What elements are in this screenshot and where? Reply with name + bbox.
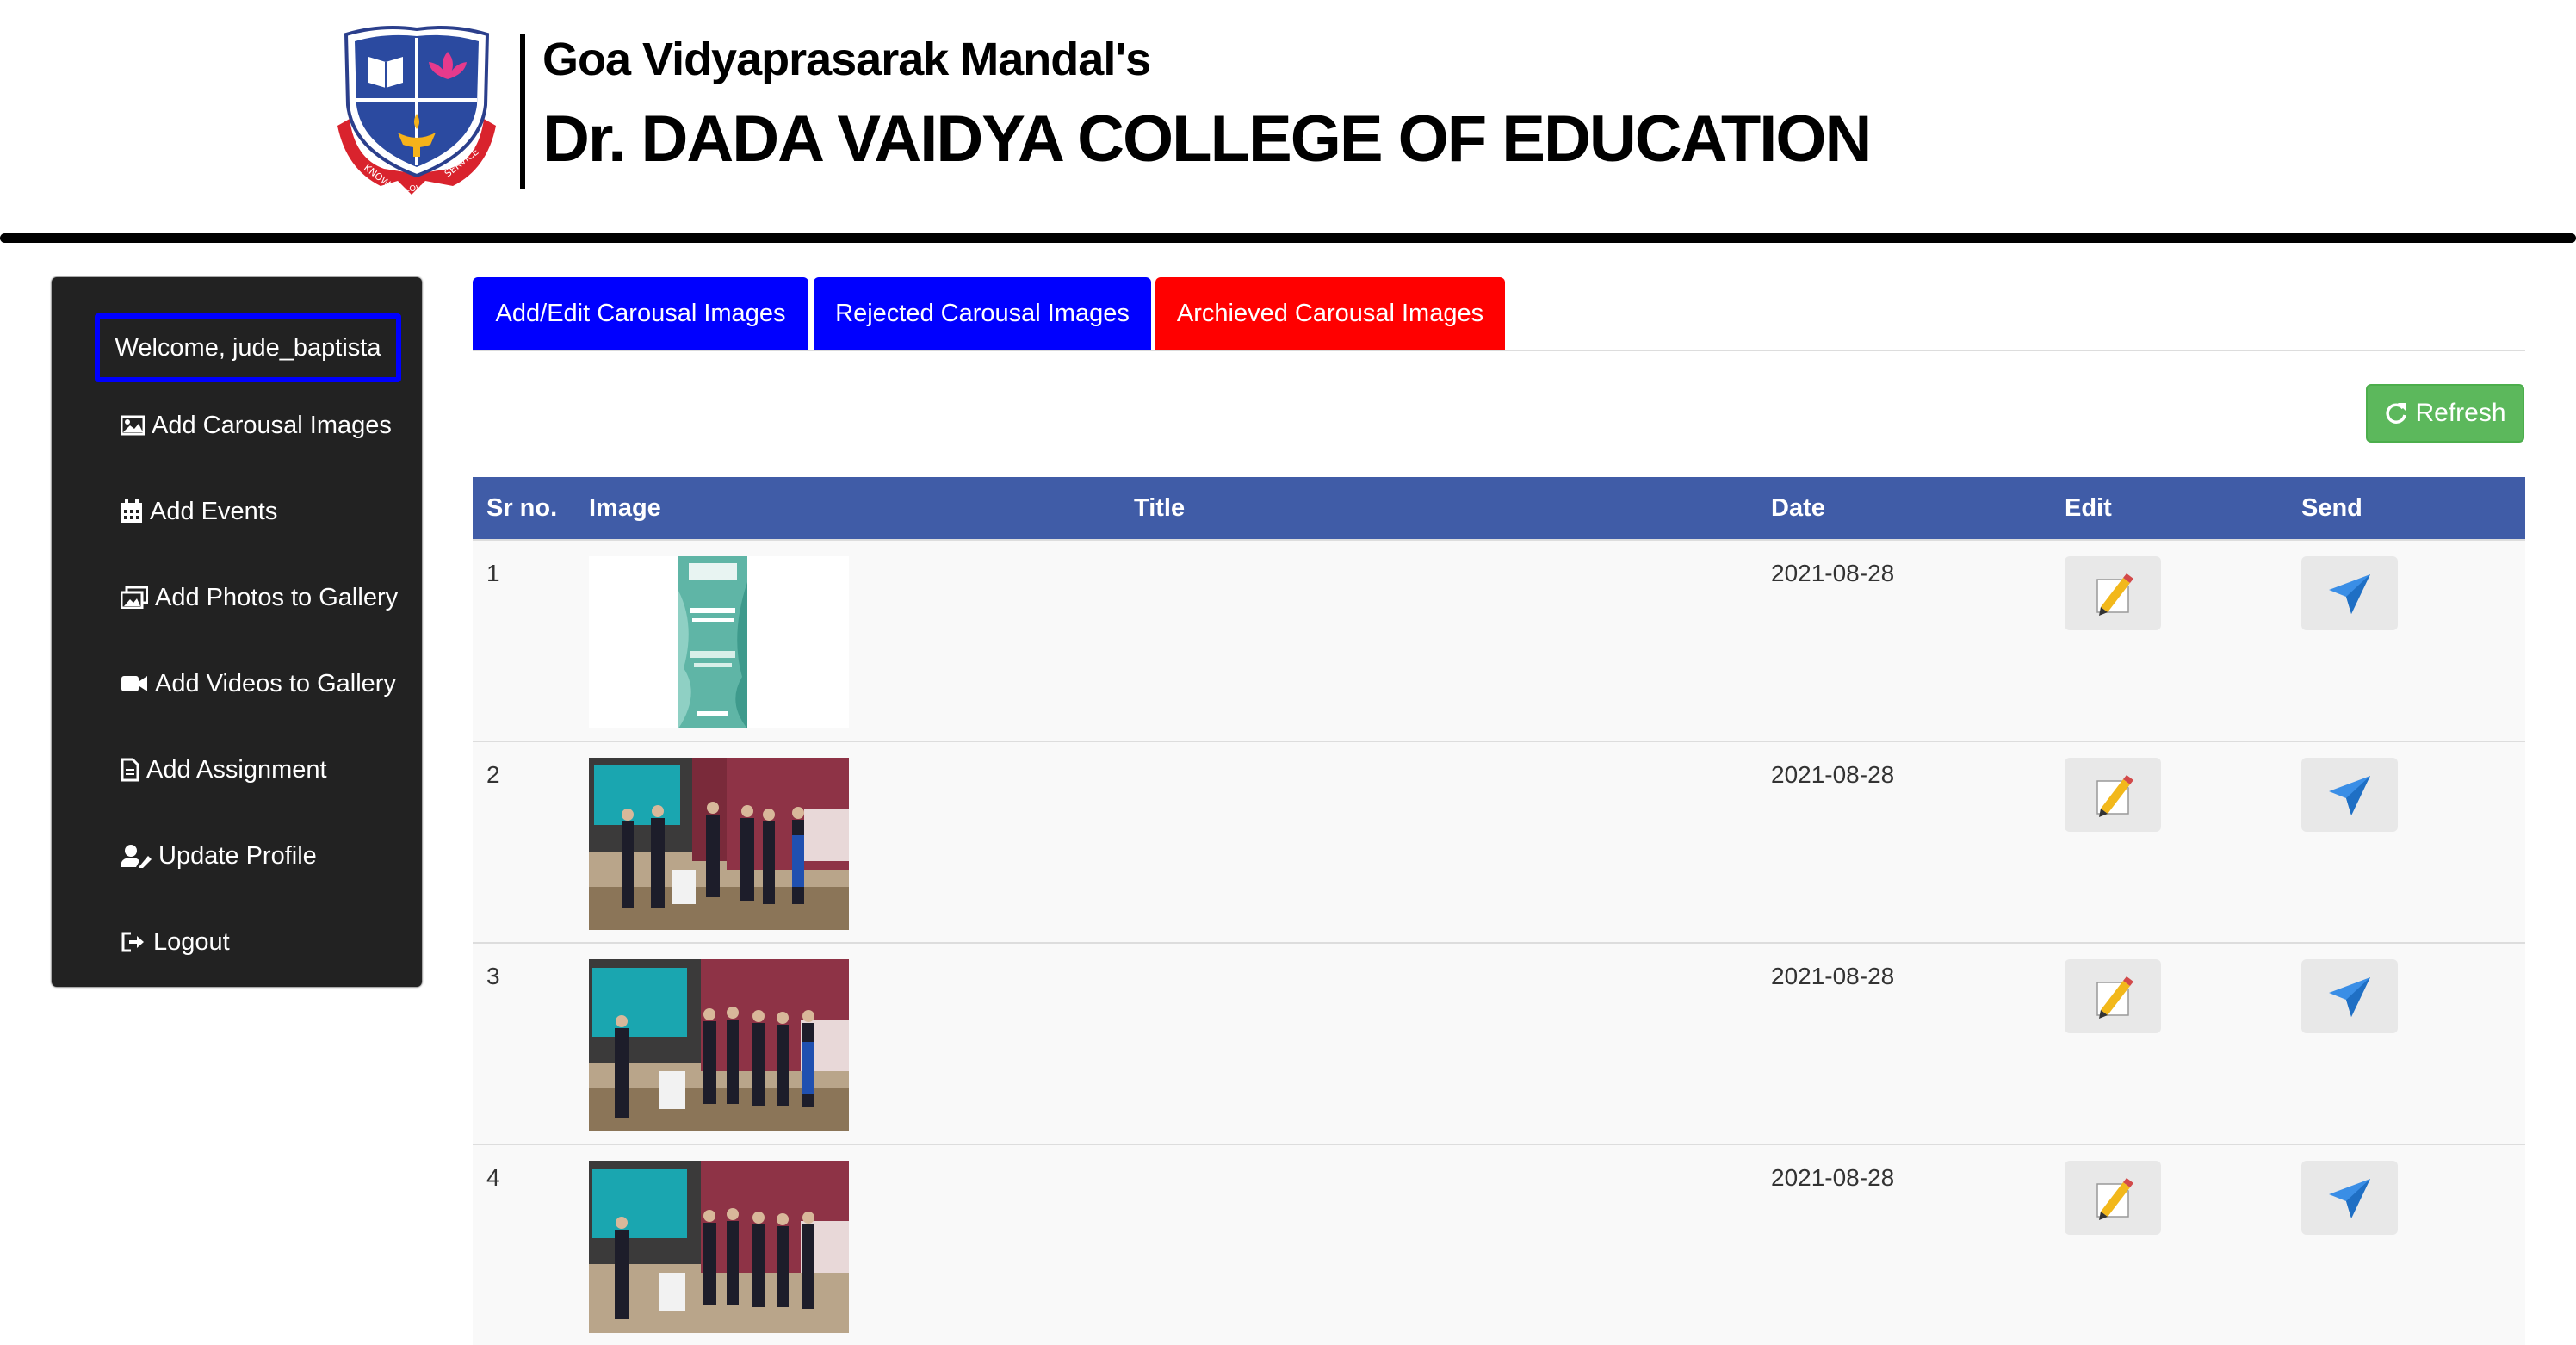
sidebar-item-label: Add Carousal Images (152, 412, 392, 439)
row-date: 2021-08-28 (1771, 560, 1895, 586)
edit-button[interactable] (2065, 556, 2161, 630)
column-header-image: Image (589, 494, 661, 522)
sidebar-item-label: Add Assignment (146, 756, 327, 784)
tab-archieved-carousal-images[interactable]: Archieved Carousal Images (1155, 277, 1505, 350)
paper-plane-icon (2329, 977, 2370, 1017)
sidebar-item-label: Update Profile (158, 842, 317, 870)
pencil-icon (2096, 1178, 2133, 1220)
table-row: 1 2021-08-28 (473, 539, 2525, 741)
sidebar-item-label: Add Photos to Gallery (155, 584, 399, 611)
carousal-image-thumbnail[interactable] (589, 758, 849, 930)
table-row: 4 2021-08-28 (473, 1144, 2525, 1345)
column-header-edit: Edit (2065, 494, 2112, 522)
row-date: 2021-08-28 (1771, 1164, 1895, 1191)
sign-out-icon (121, 932, 144, 952)
pencil-icon (2096, 775, 2133, 817)
edit-button[interactable] (2065, 758, 2161, 832)
sidebar-item-add-photos[interactable]: Add Photos to Gallery (121, 579, 398, 617)
paper-plane-icon (2329, 1179, 2370, 1218)
org-name: Goa Vidyaprasarak Mandal's (542, 34, 1151, 85)
college-name: Dr. DADA VAIDYA COLLEGE OF EDUCATION (542, 102, 1872, 176)
row-sr-no: 1 (486, 560, 500, 586)
sidebar-item-logout[interactable]: Logout (121, 923, 230, 961)
sidebar-item-label: Logout (153, 928, 230, 956)
paper-plane-icon (2329, 776, 2370, 815)
row-sr-no: 2 (486, 761, 500, 788)
file-icon (121, 758, 139, 782)
send-button[interactable] (2301, 959, 2398, 1033)
paper-plane-icon (2329, 574, 2370, 614)
table-header: Sr no. Image Title Date Edit Send (473, 477, 2525, 539)
column-header-send: Send (2301, 494, 2362, 522)
sidebar-item-add-carousal-images[interactable]: Add Carousal Images (121, 406, 392, 444)
row-date: 2021-08-28 (1771, 963, 1895, 989)
sidebar-item-add-assignment[interactable]: Add Assignment (121, 751, 327, 789)
tab-add-edit-carousal-images[interactable]: Add/Edit Carousal Images (473, 277, 808, 350)
column-header-title: Title (1134, 494, 1186, 522)
image-icon (121, 415, 145, 436)
logo-motto-love: LOVE (405, 184, 427, 194)
refresh-icon (2386, 403, 2407, 424)
video-icon (121, 676, 147, 691)
college-logo: KNOWLEDGE LOVE SERVICE (337, 26, 496, 201)
header-divider (520, 34, 525, 189)
edit-button[interactable] (2065, 959, 2161, 1033)
row-sr-no: 3 (486, 963, 500, 989)
sidebar-item-label: Add Videos to Gallery (155, 670, 396, 697)
calendar-icon (121, 499, 142, 523)
carousal-images-table: Sr no. Image Title Date Edit Send 1 2021… (473, 477, 2525, 1345)
header-rule (0, 233, 2576, 243)
sidebar: Welcome, jude_baptista Add Carousal Imag… (52, 277, 422, 987)
row-sr-no: 4 (486, 1164, 500, 1191)
pencil-icon (2096, 573, 2133, 616)
sidebar-item-add-videos[interactable]: Add Videos to Gallery (121, 665, 396, 703)
sidebar-item-update-profile[interactable]: Update Profile (121, 837, 317, 875)
send-button[interactable] (2301, 1161, 2398, 1235)
images-icon (121, 586, 148, 609)
edit-button[interactable] (2065, 1161, 2161, 1235)
site-header: KNOWLEDGE LOVE SERVICE Goa Vidyaprasarak… (0, 0, 2576, 232)
table-row: 3 2021-08-28 (473, 942, 2525, 1144)
refresh-label: Refresh (2415, 399, 2506, 427)
row-date: 2021-08-28 (1771, 761, 1895, 788)
send-button[interactable] (2301, 556, 2398, 630)
table-row: 2 2021-08-28 (473, 741, 2525, 942)
column-header-date: Date (1771, 494, 1825, 522)
carousal-image-thumbnail[interactable] (589, 959, 849, 1131)
carousal-image-thumbnail[interactable] (589, 556, 849, 728)
sidebar-item-label: Add Events (150, 498, 278, 525)
welcome-message: Welcome, jude_baptista (95, 313, 401, 382)
send-button[interactable] (2301, 758, 2398, 832)
tab-rejected-carousal-images[interactable]: Rejected Carousal Images (814, 277, 1151, 350)
tab-bar: Add/Edit Carousal Images Rejected Carous… (473, 277, 2525, 351)
column-header-sr-no: Sr no. (486, 494, 558, 522)
user-edit-icon (121, 845, 152, 868)
carousal-image-thumbnail[interactable] (589, 1161, 849, 1333)
sidebar-item-add-events[interactable]: Add Events (121, 493, 277, 530)
pencil-icon (2096, 976, 2133, 1019)
refresh-button[interactable]: Refresh (2366, 384, 2524, 443)
